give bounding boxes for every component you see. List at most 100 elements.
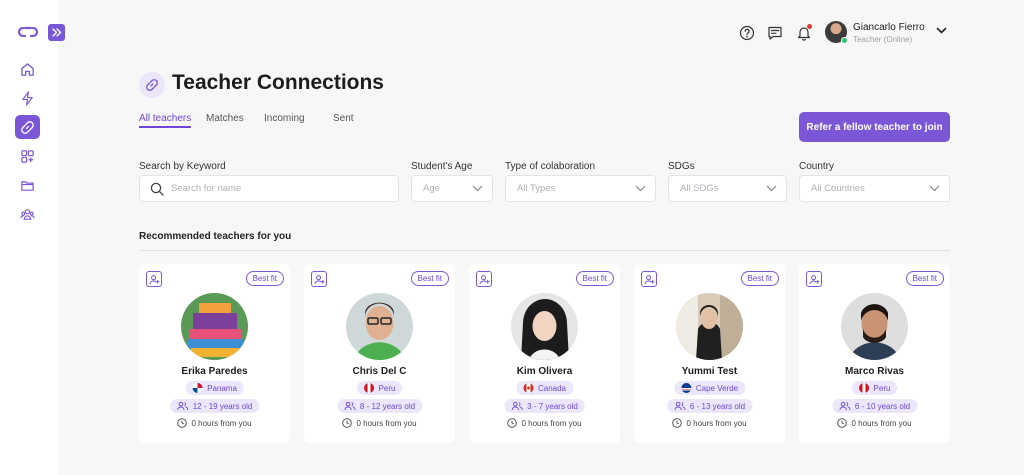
teacher-photo [181, 293, 248, 360]
teacher-name: Marco Rivas [845, 366, 904, 377]
home-icon [21, 62, 34, 76]
logo-icon [17, 26, 39, 38]
teacher-card[interactable]: Best fit Chris Del C Peru 8 - 12 years o… [304, 264, 455, 443]
collaboration-select-value: All Types [517, 183, 556, 194]
add-connection-button[interactable] [146, 271, 162, 287]
teacher-age-range: 12 - 19 years old [192, 401, 253, 411]
search-icon [150, 182, 164, 196]
sidebar-item-activity[interactable] [15, 86, 40, 110]
country-pill: Panama [185, 381, 244, 395]
help-button[interactable] [738, 24, 756, 42]
sdg-select[interactable]: All SDGs [668, 175, 787, 202]
teacher-card[interactable]: Best fit Erika Paredes Panama 12 - 19 ye… [139, 264, 290, 443]
students-icon [343, 401, 355, 411]
search-placeholder: Search for name [171, 183, 242, 194]
lightning-icon [22, 90, 33, 106]
time-difference: 0 hours from you [304, 418, 455, 428]
tab-matches[interactable]: Matches [206, 113, 244, 124]
sidebar-item-projects[interactable] [15, 144, 40, 168]
add-connection-button[interactable] [476, 271, 492, 287]
students-icon [673, 401, 685, 411]
sdg-label: SDGs [668, 161, 695, 172]
best-fit-badge: Best fit [410, 271, 449, 286]
chevron-down-icon [766, 185, 777, 192]
hours-from-you: 0 hours from you [851, 418, 912, 428]
keyword-label: Search by Keyword [139, 161, 226, 172]
hours-from-you: 0 hours from you [356, 418, 417, 428]
notification-dot [807, 24, 812, 29]
clock-icon [837, 418, 848, 428]
teacher-age-range: 6 - 13 years old [689, 401, 746, 411]
teacher-name: Chris Del C [352, 366, 407, 377]
collaboration-select[interactable]: All Types [505, 175, 656, 202]
clock-icon [507, 418, 518, 428]
sidebar-item-community[interactable] [15, 202, 40, 226]
divider [139, 250, 950, 251]
age-range-pill: 6 - 13 years old [666, 399, 753, 413]
country-select[interactable]: All Countries [799, 175, 950, 202]
user-add-icon [313, 274, 325, 284]
teacher-age-range: 3 - 7 years old [527, 401, 578, 411]
add-connection-button[interactable] [641, 271, 657, 287]
add-connection-button[interactable] [311, 271, 327, 287]
country-label: Country [799, 161, 835, 172]
notifications-button[interactable] [795, 24, 813, 42]
collaboration-label: Type of colaboration [505, 161, 596, 172]
teacher-name: Erika Paredes [181, 366, 248, 377]
user-add-icon [808, 274, 820, 284]
chat-icon [768, 26, 782, 40]
sidebar-item-connections[interactable] [15, 115, 40, 139]
search-input[interactable]: Search for name [139, 175, 399, 202]
double-chevron-right-icon [51, 28, 61, 37]
students-icon [176, 401, 188, 411]
chevron-down-icon[interactable] [936, 27, 947, 35]
time-difference: 0 hours from you [139, 418, 290, 428]
students-icon [511, 401, 523, 411]
best-fit-badge: Best fit [245, 271, 284, 286]
section-title: Recommended teachers for you [139, 231, 292, 242]
time-difference: 0 hours from you [469, 418, 620, 428]
teacher-photo [841, 293, 908, 360]
teacher-age-range: 6 - 10 years old [854, 401, 911, 411]
user-add-icon [148, 274, 160, 284]
panama-flag-icon [192, 383, 203, 393]
teacher-card[interactable]: Best fit Yummi Test Cape Verde 6 - 13 ye… [634, 264, 785, 443]
age-select[interactable]: Age [411, 175, 493, 202]
page-title: Teacher Connections [172, 71, 384, 94]
sidebar-item-home[interactable] [15, 57, 40, 81]
sidebar-collapse-button[interactable] [48, 24, 65, 41]
users-icon [20, 208, 35, 220]
country-pill: Peru [356, 381, 403, 395]
peru-flag-icon [363, 383, 374, 393]
best-fit-badge: Best fit [740, 271, 779, 286]
tab-incoming[interactable]: Incoming [264, 113, 305, 124]
active-tab-indicator [139, 126, 191, 128]
apps-add-icon [21, 149, 34, 163]
online-status-dot [841, 37, 848, 44]
tab-sent[interactable]: Sent [333, 113, 354, 124]
age-label: Student's Age [411, 161, 473, 172]
user-name[interactable]: Giancarlo Fierro [853, 22, 925, 33]
teacher-country: Peru [378, 383, 396, 393]
sdg-select-value: All SDGs [680, 183, 719, 194]
add-connection-button[interactable] [806, 271, 822, 287]
age-select-value: Age [423, 183, 440, 194]
teacher-card[interactable]: Best fit Kim Olivera Canada 3 - 7 years … [469, 264, 620, 443]
user-add-icon [478, 274, 490, 284]
chevron-down-icon [472, 185, 483, 192]
hours-from-you: 0 hours from you [521, 418, 582, 428]
clock-icon [672, 418, 683, 428]
clock-icon [342, 418, 353, 428]
best-fit-badge: Best fit [905, 271, 944, 286]
refer-teacher-button[interactable]: Refer a fellow teacher to join [799, 112, 950, 142]
sidebar-item-files[interactable] [15, 173, 40, 197]
country-pill: Peru [851, 381, 898, 395]
help-icon [739, 25, 755, 41]
teacher-photo [676, 293, 743, 360]
tab-all-teachers[interactable]: All teachers [139, 113, 191, 124]
messages-button[interactable] [766, 24, 784, 42]
teacher-name: Kim Olivera [516, 366, 573, 377]
best-fit-badge: Best fit [575, 271, 614, 286]
teacher-card[interactable]: Best fit Marco Rivas Peru 6 - 10 years o… [799, 264, 950, 443]
teacher-photo [346, 293, 413, 360]
